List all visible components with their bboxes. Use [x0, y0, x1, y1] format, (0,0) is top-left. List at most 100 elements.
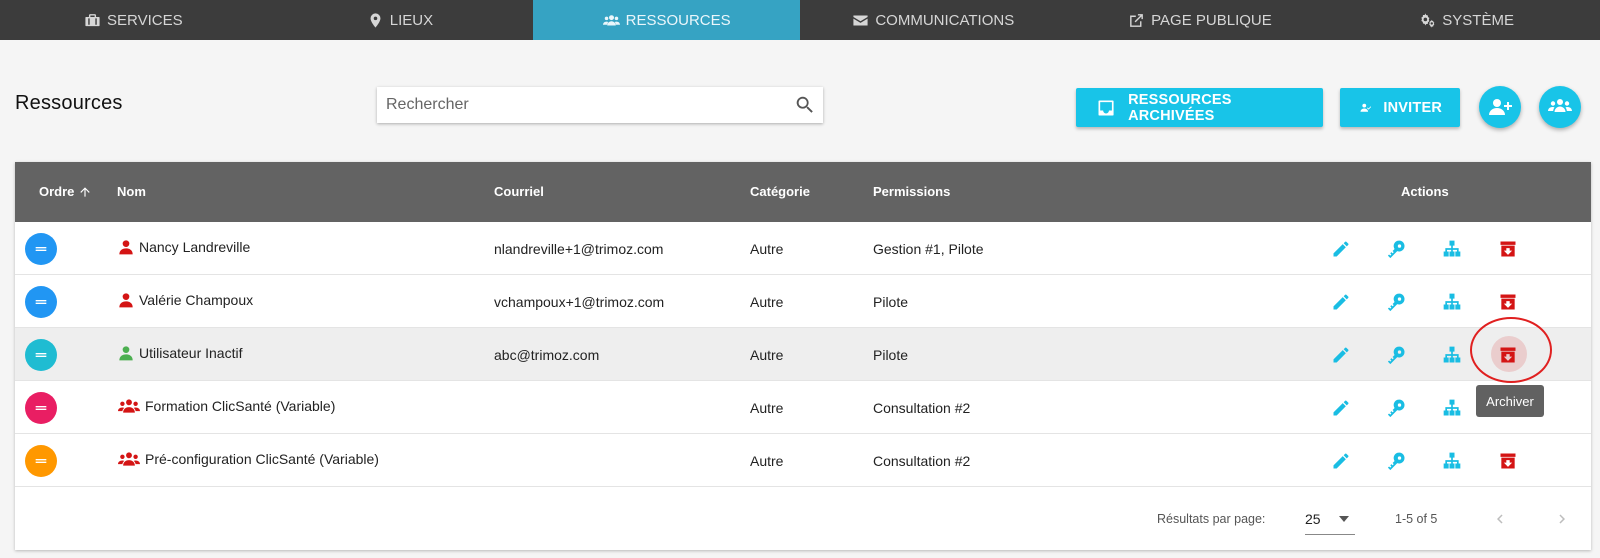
envelope-icon	[853, 15, 868, 25]
table-header: Ordre Nom Courriel Catégorie Permissions…	[15, 162, 1591, 222]
table-row[interactable]: Utilisateur Inactif abc@trimoz.com Autre Pi…	[15, 328, 1591, 381]
archive-icon	[1498, 239, 1518, 259]
permissions-cell: Consultation #2	[873, 453, 971, 469]
top-nav: SERVICES LIEUX RESSOURCES COMMUNICATIONS…	[0, 0, 1600, 40]
rows-per-page-select[interactable]: 25	[1305, 503, 1355, 535]
nav-tab-label: PAGE PUBLIQUE	[1151, 11, 1272, 29]
drag-handle[interactable]	[25, 233, 57, 265]
users-icon	[602, 14, 620, 25]
resource-name: Pré-configuration ClicSanté (Variable)	[145, 451, 379, 467]
permissions-cell: Gestion #1, Pilote	[873, 241, 984, 257]
user-plus-icon	[1489, 99, 1512, 115]
caret-down-icon	[1339, 516, 1349, 522]
permissions-button[interactable]	[1384, 342, 1410, 368]
drag-handle-icon	[33, 400, 49, 416]
category-cell: Autre	[750, 241, 784, 257]
drag-handle[interactable]	[25, 445, 57, 477]
permissions-button[interactable]	[1384, 236, 1410, 262]
category-cell: Autre	[750, 400, 784, 416]
key-icon	[1387, 292, 1407, 312]
sitemap-icon	[1442, 451, 1462, 471]
nav-tab-services[interactable]: SERVICES	[0, 0, 267, 40]
chevron-right-icon	[1559, 514, 1565, 524]
name-cell: Nancy Landreville	[118, 239, 250, 255]
add-group-button[interactable]	[1539, 86, 1581, 128]
column-header-category[interactable]: Catégorie	[750, 184, 810, 199]
permissions-button[interactable]	[1384, 448, 1410, 474]
table-footer: Résultats par page: 25 1-5 of 5	[15, 489, 1591, 550]
pencil-icon	[1331, 451, 1351, 471]
table-row[interactable]: Valérie Champoux vchampoux+1@trimoz.com Au…	[15, 275, 1591, 328]
permissions-button[interactable]	[1384, 289, 1410, 315]
previous-page-button[interactable]	[1489, 508, 1511, 530]
nav-tab-page-publique[interactable]: PAGE PUBLIQUE	[1067, 0, 1334, 40]
nav-tab-label: SYSTÈME	[1442, 11, 1514, 29]
name-cell: Pré-configuration ClicSanté (Variable)	[118, 451, 379, 467]
edit-button[interactable]	[1328, 236, 1354, 262]
pencil-icon	[1331, 345, 1351, 365]
rows-per-page-label: Résultats par page:	[1157, 512, 1266, 526]
archive-button[interactable]	[1495, 236, 1521, 262]
edit-button[interactable]	[1328, 448, 1354, 474]
column-header-name[interactable]: Nom	[117, 184, 146, 199]
key-icon	[1387, 345, 1407, 365]
hierarchy-button[interactable]	[1439, 448, 1465, 474]
search-bar	[377, 87, 823, 123]
email-cell: abc@trimoz.com	[494, 347, 600, 363]
archive-icon	[1498, 451, 1518, 471]
nav-tab-systeme[interactable]: SYSTÈME	[1333, 0, 1600, 40]
permissions-cell: Pilote	[873, 294, 909, 310]
external-link-icon	[1130, 13, 1144, 27]
table-body: Nancy Landreville nlandreville+1@trimoz.c…	[15, 222, 1591, 487]
column-header-order[interactable]: Ordre	[39, 184, 92, 199]
drag-handle[interactable]	[25, 286, 57, 318]
edit-button[interactable]	[1328, 395, 1354, 421]
drag-handle-icon	[33, 241, 49, 257]
nav-tab-communications[interactable]: COMMUNICATIONS	[800, 0, 1067, 40]
resource-name: Formation ClicSanté (Variable)	[145, 398, 336, 414]
hierarchy-button[interactable]	[1439, 342, 1465, 368]
key-icon	[1387, 398, 1407, 418]
pencil-icon	[1331, 239, 1351, 259]
sitemap-icon	[1442, 398, 1462, 418]
gears-icon	[1421, 12, 1435, 28]
search-icon[interactable]	[787, 87, 823, 123]
hierarchy-button[interactable]	[1439, 289, 1465, 315]
archived-resources-label: RESSOURCES ARCHIVÉES	[1128, 91, 1232, 124]
drag-handle-icon	[33, 347, 49, 363]
column-header-permissions[interactable]: Permissions	[873, 184, 950, 199]
map-pin-icon	[370, 12, 381, 28]
drag-handle[interactable]	[25, 392, 57, 424]
column-header-actions: Actions	[1401, 184, 1449, 199]
name-cell: Utilisateur Inactif	[118, 345, 242, 361]
email-cell: nlandreville+1@trimoz.com	[494, 241, 664, 257]
invite-button[interactable]: INVITER	[1340, 88, 1460, 127]
hierarchy-button[interactable]	[1439, 236, 1465, 262]
search-input[interactable]	[377, 87, 787, 123]
highlight-annotation	[1470, 317, 1552, 383]
hierarchy-button[interactable]	[1439, 395, 1465, 421]
name-cell: Valérie Champoux	[118, 292, 253, 308]
table-row[interactable]: Nancy Landreville nlandreville+1@trimoz.c…	[15, 222, 1591, 275]
permissions-button[interactable]	[1384, 395, 1410, 421]
table-row[interactable]: Formation ClicSanté (Variable) Autre Consu…	[15, 381, 1591, 434]
permissions-cell: Consultation #2	[873, 400, 971, 416]
edit-button[interactable]	[1328, 289, 1354, 315]
edit-button[interactable]	[1328, 342, 1354, 368]
archive-button[interactable]	[1495, 448, 1521, 474]
nav-tab-label: RESSOURCES	[625, 11, 731, 29]
drag-handle[interactable]	[25, 339, 57, 371]
table-row[interactable]: Pré-configuration ClicSanté (Variable) Au…	[15, 434, 1591, 487]
archive-button[interactable]	[1495, 289, 1521, 315]
nav-tab-lieux[interactable]: LIEUX	[267, 0, 534, 40]
drag-handle-icon	[33, 294, 49, 310]
email-cell: vchampoux+1@trimoz.com	[494, 294, 665, 310]
resource-name: Nancy Landreville	[139, 239, 251, 255]
chevron-left-icon	[1497, 514, 1503, 524]
add-user-button[interactable]	[1479, 86, 1521, 128]
nav-tab-ressources[interactable]: RESSOURCES	[533, 0, 800, 40]
archived-resources-button[interactable]: RESSOURCES ARCHIVÉES	[1076, 88, 1323, 127]
next-page-button[interactable]	[1551, 508, 1573, 530]
users-gear-icon	[1548, 99, 1572, 112]
column-header-email[interactable]: Courriel	[494, 184, 544, 199]
